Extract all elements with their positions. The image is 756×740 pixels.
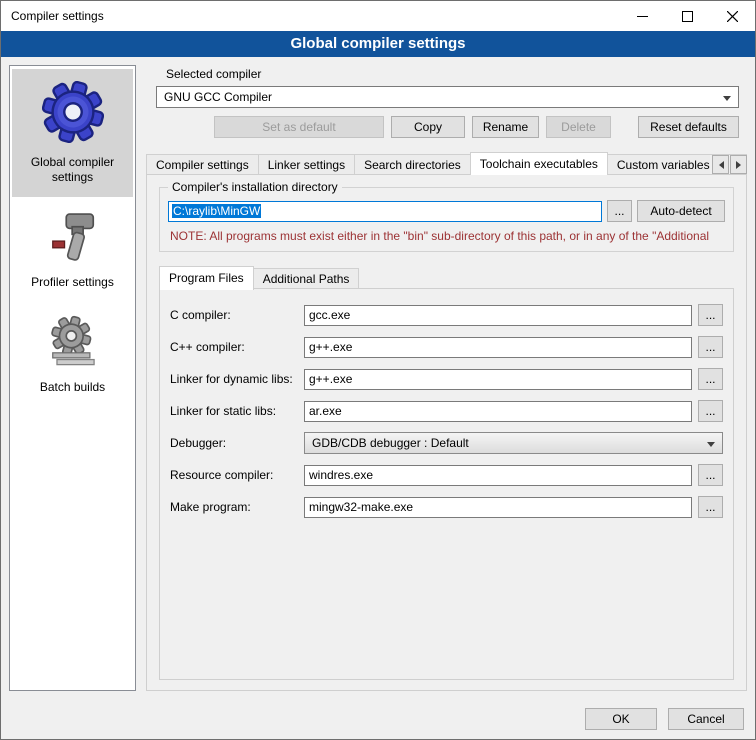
install-dir-browse-button[interactable]: ... [607,200,632,222]
batch-builds-icon [46,314,100,371]
selected-compiler-section: Selected compiler GNU GCC Compiler Set a… [146,65,747,138]
dialog-footer: OK Cancel [1,699,755,739]
cancel-button[interactable]: Cancel [668,708,744,730]
tab-scroll-controls [710,155,747,174]
titlebar[interactable]: Compiler settings [1,1,755,31]
tab-program-files[interactable]: Program Files [159,266,254,290]
cpp-compiler-label: C++ compiler: [170,340,298,354]
auto-detect-button[interactable]: Auto-detect [637,200,725,222]
toolchain-executables-panel: Compiler's installation directory C:\ray… [146,174,747,691]
cpp-compiler-input[interactable] [304,337,692,358]
sidebar-item-global-compiler-settings[interactable]: Global compiler settings [12,69,133,197]
sidebar-item-label: Batch builds [40,380,105,395]
debugger-select-value: GDB/CDB debugger : Default [312,436,469,450]
program-files-tabstrip: Program Files Additional Paths [159,266,734,289]
chevron-left-icon [715,161,724,169]
delete-button[interactable]: Delete [546,116,611,138]
resource-compiler-row: Resource compiler: ... [170,464,723,486]
reset-defaults-button[interactable]: Reset defaults [638,116,739,138]
install-dir-selected-text: C:\raylib\MinGW [172,204,261,218]
rename-button[interactable]: Rename [472,116,539,138]
compiler-settings-dialog: Compiler settings Global compiler settin… [0,0,756,740]
profiler-icon [46,209,100,266]
selected-compiler-label: Selected compiler [166,67,739,81]
resource-compiler-input[interactable] [304,465,692,486]
resource-compiler-browse-button[interactable]: ... [698,464,723,486]
set-as-default-button[interactable]: Set as default [214,116,384,138]
sidebar: Global compiler settings Profiler settin… [9,65,136,691]
resource-compiler-label: Resource compiler: [170,468,298,482]
debugger-row: Debugger: GDB/CDB debugger : Default [170,432,723,454]
dialog-body: Global compiler settings Profiler settin… [1,57,755,699]
window-title: Compiler settings [11,9,104,23]
make-program-row: Make program: ... [170,496,723,518]
linker-static-row: Linker for static libs: ... [170,400,723,422]
chevron-right-icon [736,161,745,169]
close-icon [727,11,738,22]
tab-additional-paths[interactable]: Additional Paths [253,268,360,289]
sidebar-item-batch-builds[interactable]: Batch builds [12,302,133,407]
tab-search-directories[interactable]: Search directories [354,154,471,175]
linker-static-label: Linker for static libs: [170,404,298,418]
debugger-select[interactable]: GDB/CDB debugger : Default [304,432,723,454]
tab-scroll-right-button[interactable] [730,155,747,174]
linker-dynamic-browse-button[interactable]: ... [698,368,723,390]
program-files-panel: C compiler: ... C++ compiler: ... Linker… [159,288,734,680]
main-content: Selected compiler GNU GCC Compiler Set a… [146,65,747,691]
note-text: NOTE: All programs must exist either in … [170,229,725,243]
make-program-browse-button[interactable]: ... [698,496,723,518]
cpp-compiler-browse-button[interactable]: ... [698,336,723,358]
sidebar-item-label: Profiler settings [31,275,114,290]
make-program-label: Make program: [170,500,298,514]
copy-button[interactable]: Copy [391,116,465,138]
tab-toolchain-executables[interactable]: Toolchain executables [470,152,608,175]
maximize-button[interactable] [665,1,710,31]
page-title: Global compiler settings [1,31,755,57]
c-compiler-browse-button[interactable]: ... [698,304,723,326]
tab-custom-variables[interactable]: Custom variables [607,154,720,175]
window-controls [620,1,755,31]
settings-tabstrip: Compiler settings Linker settings Search… [146,152,747,175]
chevron-down-icon [707,442,715,451]
chevron-down-icon [723,96,731,105]
gear-icon [42,81,104,146]
linker-static-browse-button[interactable]: ... [698,400,723,422]
installation-directory-title: Compiler's installation directory [168,180,342,194]
debugger-label: Debugger: [170,436,298,450]
compiler-select-value: GNU GCC Compiler [164,90,272,104]
sidebar-item-profiler-settings[interactable]: Profiler settings [12,197,133,302]
ok-button[interactable]: OK [585,708,657,730]
linker-static-input[interactable] [304,401,692,422]
tab-linker-settings[interactable]: Linker settings [258,154,355,175]
make-program-input[interactable] [304,497,692,518]
installation-directory-row: C:\raylib\MinGW ... Auto-detect [168,200,725,222]
tab-scroll-left-button[interactable] [712,155,729,174]
c-compiler-row: C compiler: ... [170,304,723,326]
linker-dynamic-input[interactable] [304,369,692,390]
c-compiler-label: C compiler: [170,308,298,322]
sidebar-item-label: Global compiler settings [14,155,131,185]
compiler-select[interactable]: GNU GCC Compiler [156,86,739,108]
minimize-icon [637,11,648,22]
close-button[interactable] [710,1,755,31]
maximize-icon [682,11,693,22]
compiler-buttons-row: Set as default Copy Rename Delete Reset … [156,116,739,138]
install-dir-input[interactable]: C:\raylib\MinGW [168,201,602,222]
minimize-button[interactable] [620,1,665,31]
c-compiler-input[interactable] [304,305,692,326]
linker-dynamic-label: Linker for dynamic libs: [170,372,298,386]
linker-dynamic-row: Linker for dynamic libs: ... [170,368,723,390]
tab-compiler-settings[interactable]: Compiler settings [146,154,259,175]
cpp-compiler-row: C++ compiler: ... [170,336,723,358]
installation-directory-groupbox: Compiler's installation directory C:\ray… [159,187,734,252]
